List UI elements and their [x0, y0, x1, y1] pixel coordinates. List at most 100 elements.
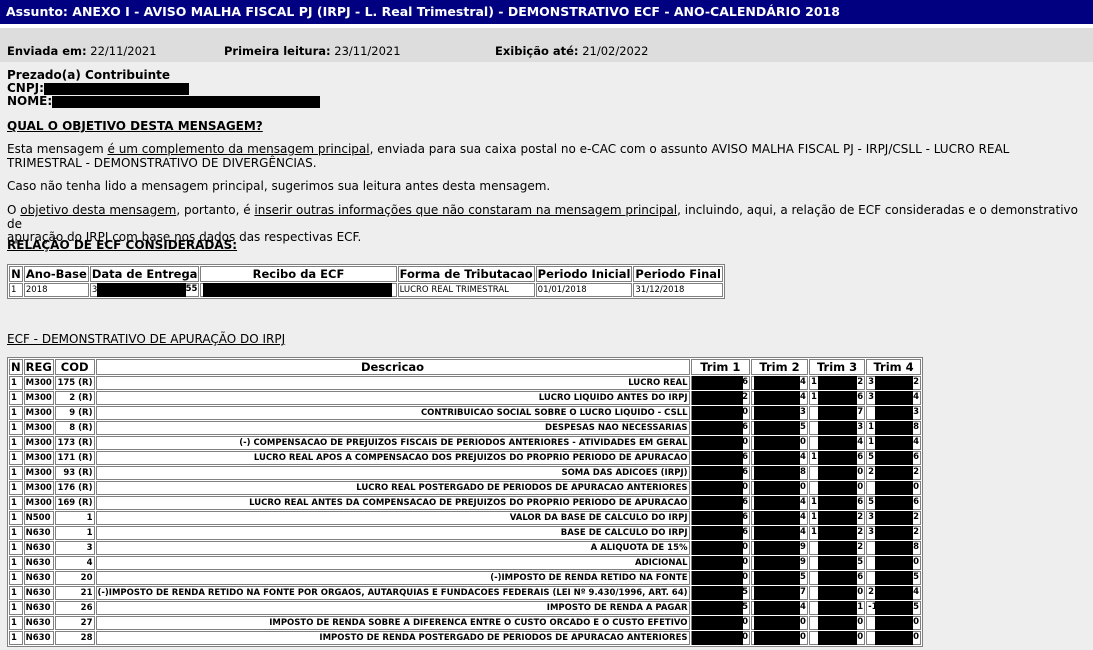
salutation: Prezado(a) Contribuinte: [7, 68, 171, 82]
cell-trim-4-redacted: 56: [866, 496, 921, 510]
col-data-entrega: Data de Entrega: [89, 266, 200, 282]
cell-trim-4-redacted: 0: [866, 481, 921, 495]
cell-trim-1-redacted: 6: [690, 526, 751, 540]
cell-trim-4-redacted: 24: [866, 586, 921, 600]
cell-inicio: 01/01/2018: [535, 283, 633, 297]
objective-heading: QUAL O OBJETIVO DESTA MENSAGEM?: [7, 119, 263, 133]
table-row: 1 N630 4 ADICIONAL 0 9 5 0: [9, 556, 921, 570]
cell-reg: N630: [23, 556, 54, 570]
cell-descricao: LUCRO REAL APOS A COMPENSACAO DOS PREJUI…: [95, 451, 690, 465]
cell-trim-4-redacted: 5: [866, 571, 921, 585]
cell-n: 1: [9, 451, 23, 465]
cell-trim-2-redacted: 4: [751, 391, 808, 405]
cell-trim-3-redacted: 1: [808, 601, 866, 615]
cell-reg: N630: [23, 586, 54, 600]
col-trim-2: Trim 2: [751, 359, 808, 375]
cell-trim-3-redacted: 0: [808, 481, 866, 495]
cell-trim-1-redacted: 6: [690, 466, 751, 480]
cell-trim-1-redacted: 0: [690, 406, 751, 420]
cnpj-line: CNPJ:: [7, 82, 320, 95]
cell-cod: 8 (R): [54, 421, 95, 435]
cell-trim-4-redacted: 3: [866, 406, 921, 420]
table-row: 1 N630 28 IMPOSTO DE RENDA POSTERGADO DE PE…: [9, 631, 921, 645]
cell-trim-3-redacted: 6: [808, 571, 866, 585]
cell-trim-2-redacted: 0: [751, 631, 808, 645]
cell-reg: N630: [23, 616, 54, 630]
first-read-date: Primeira leitura: 23/11/2021: [224, 44, 401, 58]
col-trim-1: Trim 1: [690, 359, 751, 375]
table-row: 1 M300 171 (R) LUCRO REAL APOS A COMPENSACA…: [9, 451, 921, 465]
cell-descricao: IMPOSTO DE RENDA A PAGAR: [95, 601, 690, 615]
cell-trim-4-redacted: 0: [866, 616, 921, 630]
redacted-name: [52, 95, 321, 108]
cell-trim-4-redacted: 0: [866, 631, 921, 645]
cell-n: 1: [9, 541, 23, 555]
ecf-list-heading: RELAÇÃO DE ECF CONSIDERADAS:: [7, 238, 238, 252]
cell-cod: 169 (R): [54, 496, 95, 510]
cell-trim-2-redacted: 0: [751, 436, 808, 450]
cell-trim-2-redacted: 9: [751, 556, 808, 570]
table-row: 1 M300 173 (R) (-) COMPENSACAO DE PREJUIZOS…: [9, 436, 921, 450]
cell-descricao: LUCRO REAL: [95, 376, 690, 390]
cell-trim-2-redacted: 0: [751, 481, 808, 495]
cell-n: 1: [9, 391, 23, 405]
cell-descricao: BASE DE CALCULO DO IRPJ: [95, 526, 690, 540]
cell-trim-2-redacted: 3: [751, 406, 808, 420]
cell-n: 1: [9, 496, 23, 510]
cell-n: 1: [9, 586, 23, 600]
cell-trim-4-redacted: 18: [866, 421, 921, 435]
cell-entrega-redacted: 3 55: [89, 283, 200, 297]
cell-trim-3-redacted: 4: [808, 436, 866, 450]
cell-reg: M300: [23, 391, 54, 405]
cell-n: 1: [9, 406, 23, 420]
cell-reg: M300: [23, 496, 54, 510]
cell-ano: 2018: [23, 283, 89, 297]
cell-forma: LUCRO REAL TRIMESTRAL: [397, 283, 535, 297]
cell-descricao: ADICIONAL: [95, 556, 690, 570]
cell-trim-2-redacted: 4: [751, 376, 808, 390]
cell-reg: M300: [23, 451, 54, 465]
cell-cod: 2 (R): [54, 391, 95, 405]
cell-trim-2-redacted: 0: [751, 616, 808, 630]
cell-trim-2-redacted: 7: [751, 586, 808, 600]
cell-n: 1: [9, 421, 23, 435]
cell-cod: 171 (R): [54, 451, 95, 465]
cell-descricao: LUCRO REAL POSTERGADO DE PERIODOS DE APU…: [95, 481, 690, 495]
objective-paragraph-2: Caso não tenha lido a mensagem principal…: [7, 179, 551, 193]
table-row: 1 M300 93 (R) SOMA DAS ADICOES (IRPJ) 6 8 0 2 2: [9, 466, 921, 480]
cell-reg: M300: [23, 436, 54, 450]
cell-reg: M300: [23, 421, 54, 435]
cell-trim-1-redacted: 0: [690, 631, 751, 645]
cell-cod: 175 (R): [54, 376, 95, 390]
cell-cod: 9 (R): [54, 406, 95, 420]
cell-trim-4-redacted: 32: [866, 376, 921, 390]
cell-trim-4-redacted: 8: [866, 541, 921, 555]
cell-trim-1-redacted: 0: [690, 616, 751, 630]
cell-n: 1: [9, 556, 23, 570]
cell-cod: 93 (R): [54, 466, 95, 480]
table-header-row: N REG COD Descricao Trim 1 Trim 2 Trim 3…: [9, 359, 921, 375]
table-row: 1 N500 1 VALOR DA BASE DE CALCULO DO IRPJ 6 4…: [9, 511, 921, 525]
table-row: 1 N630 21 (-)IMPOSTO DE RENDA RETIDO NA FON…: [9, 586, 921, 600]
cell-n: 1: [9, 631, 23, 645]
cell-trim-3-redacted: 12: [808, 511, 866, 525]
greeting: Prezado(a) Contribuinte CNPJ: NOME:: [7, 68, 321, 108]
col-periodo-inicial: Periodo Inicial: [535, 266, 633, 282]
cell-reg: N500: [23, 511, 54, 525]
col-n: N: [9, 266, 23, 282]
cell-trim-4-redacted: 14: [866, 436, 921, 450]
table-row: 1 M300 2 (R) LUCRO LIQUIDO ANTES DO IRPJ 2 4 1…: [9, 391, 921, 405]
cell-trim-2-redacted: 4: [751, 511, 808, 525]
cell-trim-2-redacted: 5: [751, 421, 808, 435]
cell-trim-2-redacted: 8: [751, 466, 808, 480]
col-cod: COD: [54, 359, 95, 375]
cell-trim-2-redacted: 4: [751, 601, 808, 615]
cell-descricao: VALOR DA BASE DE CALCULO DO IRPJ: [95, 511, 690, 525]
cell-trim-3-redacted: 12: [808, 526, 866, 540]
cell-trim-1-redacted: 5: [690, 586, 751, 600]
cell-recibo-redacted: [200, 283, 397, 297]
cell-reg: N630: [23, 541, 54, 555]
cell-cod: 26: [54, 601, 95, 615]
cell-cod: 1: [54, 526, 95, 540]
irpj-table: N REG COD Descricao Trim 1 Trim 2 Trim 3…: [7, 357, 923, 647]
